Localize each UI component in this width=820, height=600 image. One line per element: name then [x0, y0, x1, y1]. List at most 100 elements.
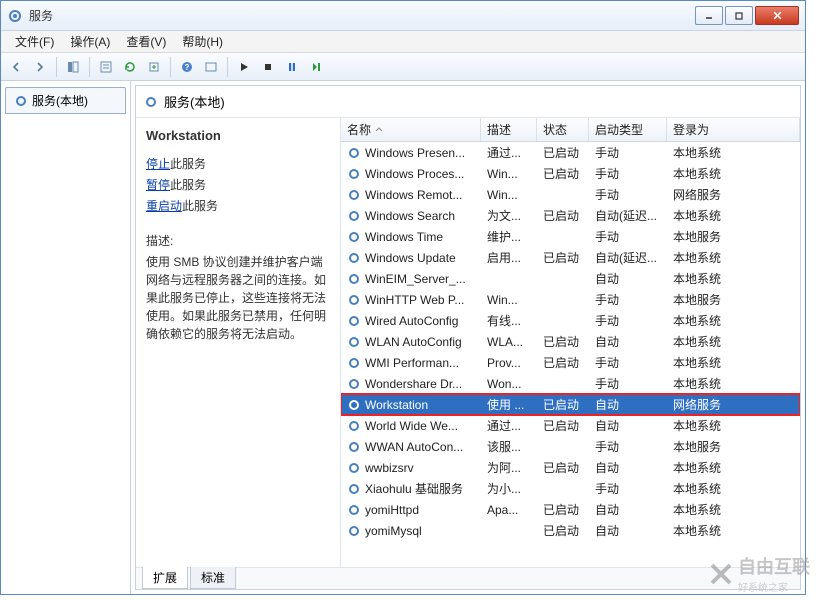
gear-icon — [347, 356, 361, 370]
service-row[interactable]: Windows Update启用...已启动自动(延迟...本地系统 — [341, 247, 800, 268]
service-row[interactable]: Wondershare Dr...Won...手动本地系统 — [341, 373, 800, 394]
pause-service-button[interactable] — [281, 56, 303, 78]
column-logon[interactable]: 登录为 — [667, 118, 800, 141]
service-row[interactable]: Workstation使用 ...已启动自动网络服务 — [341, 394, 800, 415]
service-logon: 本地系统 — [667, 354, 800, 371]
service-logon: 本地系统 — [667, 249, 800, 266]
service-row[interactable]: Windows Search为文...已启动自动(延迟...本地系统 — [341, 205, 800, 226]
separator — [56, 57, 57, 77]
service-row[interactable]: yomiMysql已启动自动本地系统 — [341, 520, 800, 541]
link-suffix: 此服务 — [170, 157, 206, 171]
service-startup: 自动 — [589, 459, 667, 476]
export-button[interactable] — [143, 56, 165, 78]
properties-button[interactable] — [95, 56, 117, 78]
service-startup: 自动 — [589, 396, 667, 413]
gear-icon — [347, 482, 361, 496]
restart-link[interactable]: 重启动 — [146, 199, 182, 213]
body: 服务(本地) 服务(本地) Workstation 停止此服务 暂停此服务 重启… — [1, 81, 805, 594]
service-startup: 手动 — [589, 354, 667, 371]
service-row[interactable]: wwbizsrv为阿...已启动自动本地系统 — [341, 457, 800, 478]
show-hide-tree-button[interactable] — [62, 56, 84, 78]
service-status: 已启动 — [537, 522, 589, 539]
service-name: Windows Presen... — [365, 146, 465, 160]
service-row[interactable]: yomiHttpdApa...已启动自动本地系统 — [341, 499, 800, 520]
forward-button[interactable] — [29, 56, 51, 78]
service-list[interactable]: Windows Presen...通过...已启动手动本地系统Windows P… — [341, 142, 800, 567]
minimize-button[interactable] — [695, 6, 723, 25]
service-row[interactable]: WWAN AutoCon...该服...手动本地服务 — [341, 436, 800, 457]
pause-link[interactable]: 暂停 — [146, 178, 170, 192]
service-logon: 本地系统 — [667, 459, 800, 476]
service-startup: 自动(延迟... — [589, 207, 667, 224]
service-desc: 该服... — [481, 438, 537, 455]
service-row[interactable]: WLAN AutoConfigWLA...已启动自动本地系统 — [341, 331, 800, 352]
service-status: 已启动 — [537, 207, 589, 224]
service-name: Windows Update — [365, 251, 456, 265]
service-startup: 手动 — [589, 165, 667, 182]
service-name: yomiHttpd — [365, 503, 419, 517]
service-startup: 自动 — [589, 333, 667, 350]
service-logon: 本地服务 — [667, 291, 800, 308]
service-desc: 为小... — [481, 480, 537, 497]
detail-pane: Workstation 停止此服务 暂停此服务 重启动此服务 描述: 使用 SM… — [136, 118, 341, 567]
list-pane: 名称 描述 状态 启动类型 登录为 Windows Presen... 通过...… — [341, 118, 800, 567]
service-row[interactable]: Windows Presen...通过...已启动手动本地系统 — [341, 142, 800, 163]
column-name[interactable]: 名称 — [341, 118, 481, 141]
tree-node-services-local[interactable]: 服务(本地) — [5, 87, 126, 114]
service-name: Workstation — [365, 398, 428, 412]
service-name: Windows Search — [365, 209, 455, 223]
service-logon: 本地系统 — [667, 522, 800, 539]
column-status[interactable]: 状态 — [537, 118, 589, 141]
menu-action[interactable]: 操作(A) — [62, 31, 118, 52]
tab-standard[interactable]: 标准 — [190, 567, 236, 589]
service-desc: 启用... — [481, 249, 537, 266]
column-startup[interactable]: 启动类型 — [589, 118, 667, 141]
service-name: WWAN AutoCon... — [365, 440, 463, 454]
service-row[interactable]: WMI Performan...Prov...已启动手动本地系统 — [341, 352, 800, 373]
service-status: 已启动 — [537, 165, 589, 182]
service-row[interactable]: Windows Remot...Win...手动网络服务 — [341, 184, 800, 205]
action-button[interactable] — [200, 56, 222, 78]
service-desc: 有线... — [481, 312, 537, 329]
start-service-button[interactable] — [233, 56, 255, 78]
stop-service-button[interactable] — [257, 56, 279, 78]
separator — [227, 57, 228, 77]
service-logon: 本地系统 — [667, 144, 800, 161]
tab-extended[interactable]: 扩展 — [142, 567, 188, 589]
service-desc: 通过... — [481, 417, 537, 434]
service-startup: 手动 — [589, 438, 667, 455]
gear-icon — [144, 95, 158, 109]
link-suffix: 此服务 — [182, 199, 218, 213]
service-row[interactable]: World Wide We...通过...已启动自动本地系统 — [341, 415, 800, 436]
gear-icon — [347, 167, 361, 181]
menu-file[interactable]: 文件(F) — [7, 31, 62, 52]
column-description[interactable]: 描述 — [481, 118, 537, 141]
service-startup: 手动 — [589, 312, 667, 329]
service-row[interactable]: Windows Time维护...手动本地服务 — [341, 226, 800, 247]
description-text: 使用 SMB 协议创建并维护客户端网络与远程服务器之间的连接。如果此服务已停止，… — [146, 253, 330, 343]
service-desc: Prov... — [481, 356, 537, 370]
service-row[interactable]: Xiaohulu 基础服务为小...手动本地系统 — [341, 478, 800, 499]
selected-service-name: Workstation — [146, 128, 330, 143]
back-button[interactable] — [5, 56, 27, 78]
service-startup: 自动 — [589, 522, 667, 539]
service-row[interactable]: WinHTTP Web P...Win...手动本地服务 — [341, 289, 800, 310]
help-button[interactable]: ? — [176, 56, 198, 78]
service-row[interactable]: WinEIM_Server_...自动本地系统 — [341, 268, 800, 289]
gear-icon — [347, 230, 361, 244]
service-desc: 通过... — [481, 144, 537, 161]
service-logon: 本地服务 — [667, 228, 800, 245]
service-row[interactable]: Wired AutoConfig有线...手动本地系统 — [341, 310, 800, 331]
service-logon: 本地系统 — [667, 207, 800, 224]
refresh-button[interactable] — [119, 56, 141, 78]
service-desc: Apa... — [481, 503, 537, 517]
service-row[interactable]: Windows Proces...Win...已启动手动本地系统 — [341, 163, 800, 184]
service-startup: 自动 — [589, 417, 667, 434]
close-button[interactable] — [755, 6, 799, 25]
window-title: 服务 — [29, 7, 695, 24]
stop-link[interactable]: 停止 — [146, 157, 170, 171]
restart-service-button[interactable] — [305, 56, 327, 78]
menu-help[interactable]: 帮助(H) — [174, 31, 231, 52]
maximize-button[interactable] — [725, 6, 753, 25]
menu-view[interactable]: 查看(V) — [118, 31, 174, 52]
